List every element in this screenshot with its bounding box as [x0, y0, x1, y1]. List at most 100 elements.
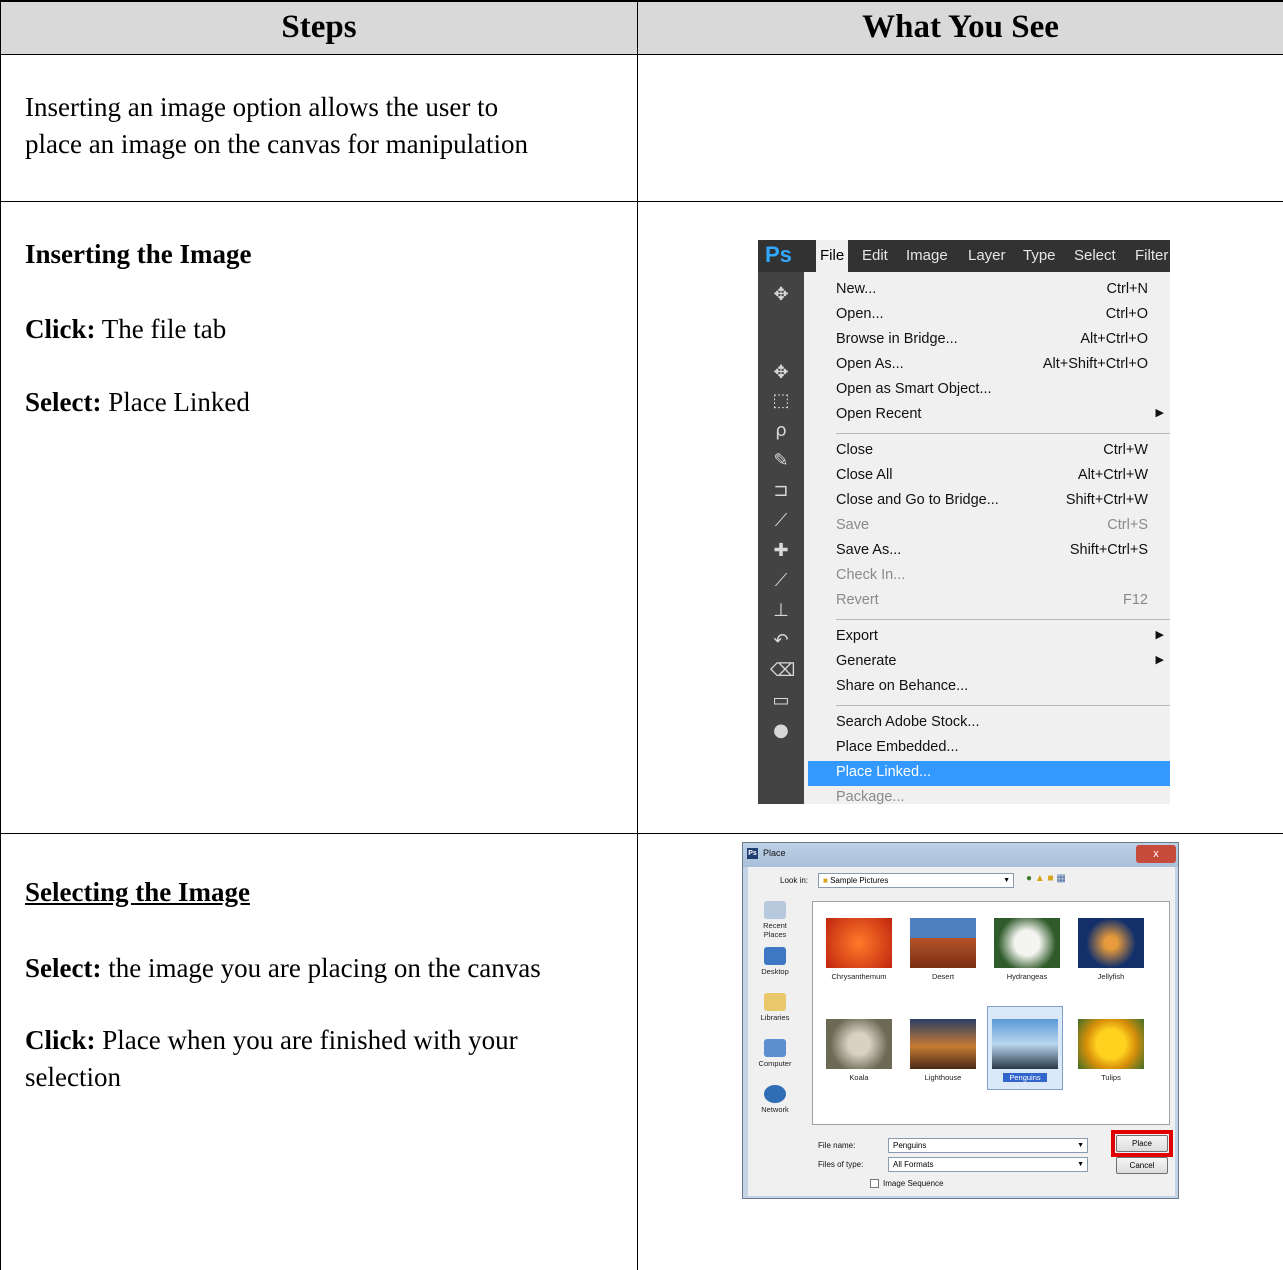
file-name-label: File name:	[818, 1141, 856, 1150]
submenu-arrow-icon: ▶	[1155, 654, 1164, 666]
place-desktop[interactable]: Desktop	[751, 947, 799, 976]
menu-edit[interactable]: Edit	[862, 240, 888, 272]
menu-item-shortcut: Ctrl+N	[1106, 281, 1149, 297]
step-heading-inserting: Inserting the Image	[25, 239, 252, 269]
menu-item[interactable]: Generate ▶	[808, 650, 1170, 675]
place-recent[interactable]: Recent Places	[751, 901, 799, 939]
file-name-input[interactable]: Penguins ▼	[888, 1138, 1088, 1153]
quick-select-tool-icon[interactable]: ✎	[770, 450, 792, 472]
file-type-dropdown[interactable]: All Formats ▼	[888, 1157, 1088, 1172]
places-bar: Recent Places Desktop Libraries Computer…	[751, 901, 799, 1126]
chevron-down-icon: ▼	[1003, 877, 1010, 884]
menu-item[interactable]: Place Embedded...	[808, 736, 1170, 761]
menu-item[interactable]: Open... Ctrl+O	[808, 303, 1170, 328]
close-button[interactable]: x	[1136, 845, 1176, 863]
menu-item[interactable]: New... Ctrl+N	[808, 278, 1170, 303]
menu-item-shortcut: Shift+Ctrl+W	[1065, 492, 1148, 508]
stamp-tool-icon[interactable]: ⊥	[770, 600, 792, 622]
menu-filter[interactable]: Filter	[1135, 240, 1168, 272]
image-sequence-checkbox[interactable]	[870, 1179, 879, 1188]
place-computer[interactable]: Computer	[751, 1039, 799, 1068]
file-thumbnail[interactable]: Lighthouse	[905, 1019, 981, 1082]
koala-image	[826, 1019, 892, 1069]
desktop-icon	[764, 947, 786, 965]
step-instruction-click-place: Click: Place when you are finished with …	[25, 1022, 518, 1096]
file-thumbnail[interactable]: Chrysanthemum	[821, 918, 897, 981]
cancel-button[interactable]: Cancel	[1116, 1157, 1168, 1174]
move-tool-icon[interactable]: ✥	[770, 362, 792, 384]
dialog-toolbar-icons[interactable]: ● ▲ ■ ▦	[1026, 873, 1066, 884]
menu-type[interactable]: Type	[1023, 240, 1056, 272]
menu-item[interactable]: Close Ctrl+W	[808, 439, 1170, 464]
place-libraries[interactable]: Libraries	[751, 993, 799, 1022]
file-thumbnail-selected[interactable]: Penguins	[987, 1006, 1063, 1090]
look-in-label: Look in:	[780, 876, 809, 885]
menu-item[interactable]: Share on Behance...	[808, 675, 1170, 700]
menu-item-label: Share on Behance...	[836, 678, 969, 694]
look-in-value: Sample Pictures	[830, 876, 889, 885]
menu-item[interactable]: Save As... Shift+Ctrl+S	[808, 539, 1170, 564]
gradient-tool-icon[interactable]: ▭	[770, 690, 792, 712]
menu-item-label: Check In...	[836, 567, 906, 583]
instruction-label: Select:	[25, 953, 102, 983]
menu-item[interactable]: Close All Alt+Ctrl+W	[808, 464, 1170, 489]
menu-item[interactable]: Search Adobe Stock...	[808, 711, 1170, 736]
menu-item-label: Save As...	[836, 542, 902, 558]
menu-select[interactable]: Select	[1074, 240, 1116, 272]
menu-item-label: Save	[836, 517, 870, 533]
marquee-tool-icon[interactable]: ⬚	[770, 390, 792, 412]
lasso-tool-icon[interactable]: ρ	[770, 420, 792, 442]
menu-item-label: Package...	[836, 789, 905, 804]
menu-item[interactable]: Open As... Alt+Shift+Ctrl+O	[808, 353, 1170, 378]
menu-item-label: Close All	[836, 467, 893, 483]
menu-item[interactable]: Open Recent ▶	[808, 403, 1170, 428]
view-menu-icon[interactable]: ▦	[1056, 873, 1065, 884]
file-thumbnail[interactable]: Desert	[905, 918, 981, 981]
menu-item-label: Generate	[836, 653, 897, 669]
menu-item: Revert F12	[808, 589, 1170, 614]
file-list: Chrysanthemum Desert Hydrangeas Jellyfis…	[812, 901, 1170, 1125]
file-thumbnail[interactable]: Hydrangeas	[989, 918, 1065, 981]
menu-item[interactable]: Open as Smart Object...	[808, 378, 1170, 403]
menu-item-shortcut: Alt+Ctrl+W	[1077, 467, 1148, 483]
menu-item[interactable]: Close and Go to Bridge... Shift+Ctrl+W	[808, 489, 1170, 514]
menu-file[interactable]: File	[816, 240, 849, 272]
move-tool-icon[interactable]: ✥	[770, 284, 792, 306]
lighthouse-image	[910, 1019, 976, 1069]
crop-tool-icon[interactable]: ⊐	[770, 480, 792, 502]
file-thumbnail[interactable]: Jellyfish	[1073, 918, 1149, 981]
jellyfish-image	[1078, 918, 1144, 968]
menu-image[interactable]: Image	[906, 240, 948, 272]
libraries-icon	[764, 993, 786, 1011]
look-in-dropdown[interactable]: ■ Sample Pictures ▼	[818, 873, 1014, 888]
brush-tool-icon[interactable]: ⟋	[770, 570, 792, 592]
menu-item-label: Open as Smart Object...	[836, 381, 992, 397]
history-brush-tool-icon[interactable]: ↶	[770, 630, 792, 652]
menu-item-label: Browse in Bridge...	[836, 331, 958, 347]
file-thumbnail[interactable]: Tulips	[1073, 1019, 1149, 1082]
menu-item[interactable]: Place Linked...	[808, 761, 1170, 786]
submenu-arrow-icon: ▶	[1155, 629, 1164, 641]
menu-layer[interactable]: Layer	[968, 240, 1006, 272]
place-network[interactable]: Network	[751, 1085, 799, 1114]
healing-tool-icon[interactable]: ✚	[770, 540, 792, 562]
submenu-arrow-icon: ▶	[1155, 407, 1164, 419]
menu-item-label: Close	[836, 442, 874, 458]
instruction-label: Select:	[25, 387, 102, 417]
desert-image	[910, 918, 976, 968]
back-icon[interactable]: ●	[1026, 873, 1032, 884]
menu-item-shortcut: Ctrl+O	[1105, 306, 1148, 322]
file-thumbnail[interactable]: Koala	[821, 1019, 897, 1082]
step-instruction-select-image: Select: the image you are placing on the…	[25, 950, 541, 987]
table-border-top	[0, 0, 1283, 2]
menu-item[interactable]: Export ▶	[808, 625, 1170, 650]
menu-item-label: Open As...	[836, 356, 904, 372]
eraser-tool-icon[interactable]: ⌫	[770, 660, 795, 682]
menu-item[interactable]: Browse in Bridge... Alt+Ctrl+O	[808, 328, 1170, 353]
step-instruction-click: Click: The file tab	[25, 311, 226, 348]
up-folder-icon[interactable]: ▲	[1035, 873, 1045, 884]
new-folder-icon[interactable]: ■	[1048, 873, 1054, 884]
blur-tool-icon[interactable]: ●	[770, 720, 792, 742]
eyedropper-tool-icon[interactable]: ⟋	[770, 510, 792, 532]
menu-separator	[836, 433, 1170, 434]
